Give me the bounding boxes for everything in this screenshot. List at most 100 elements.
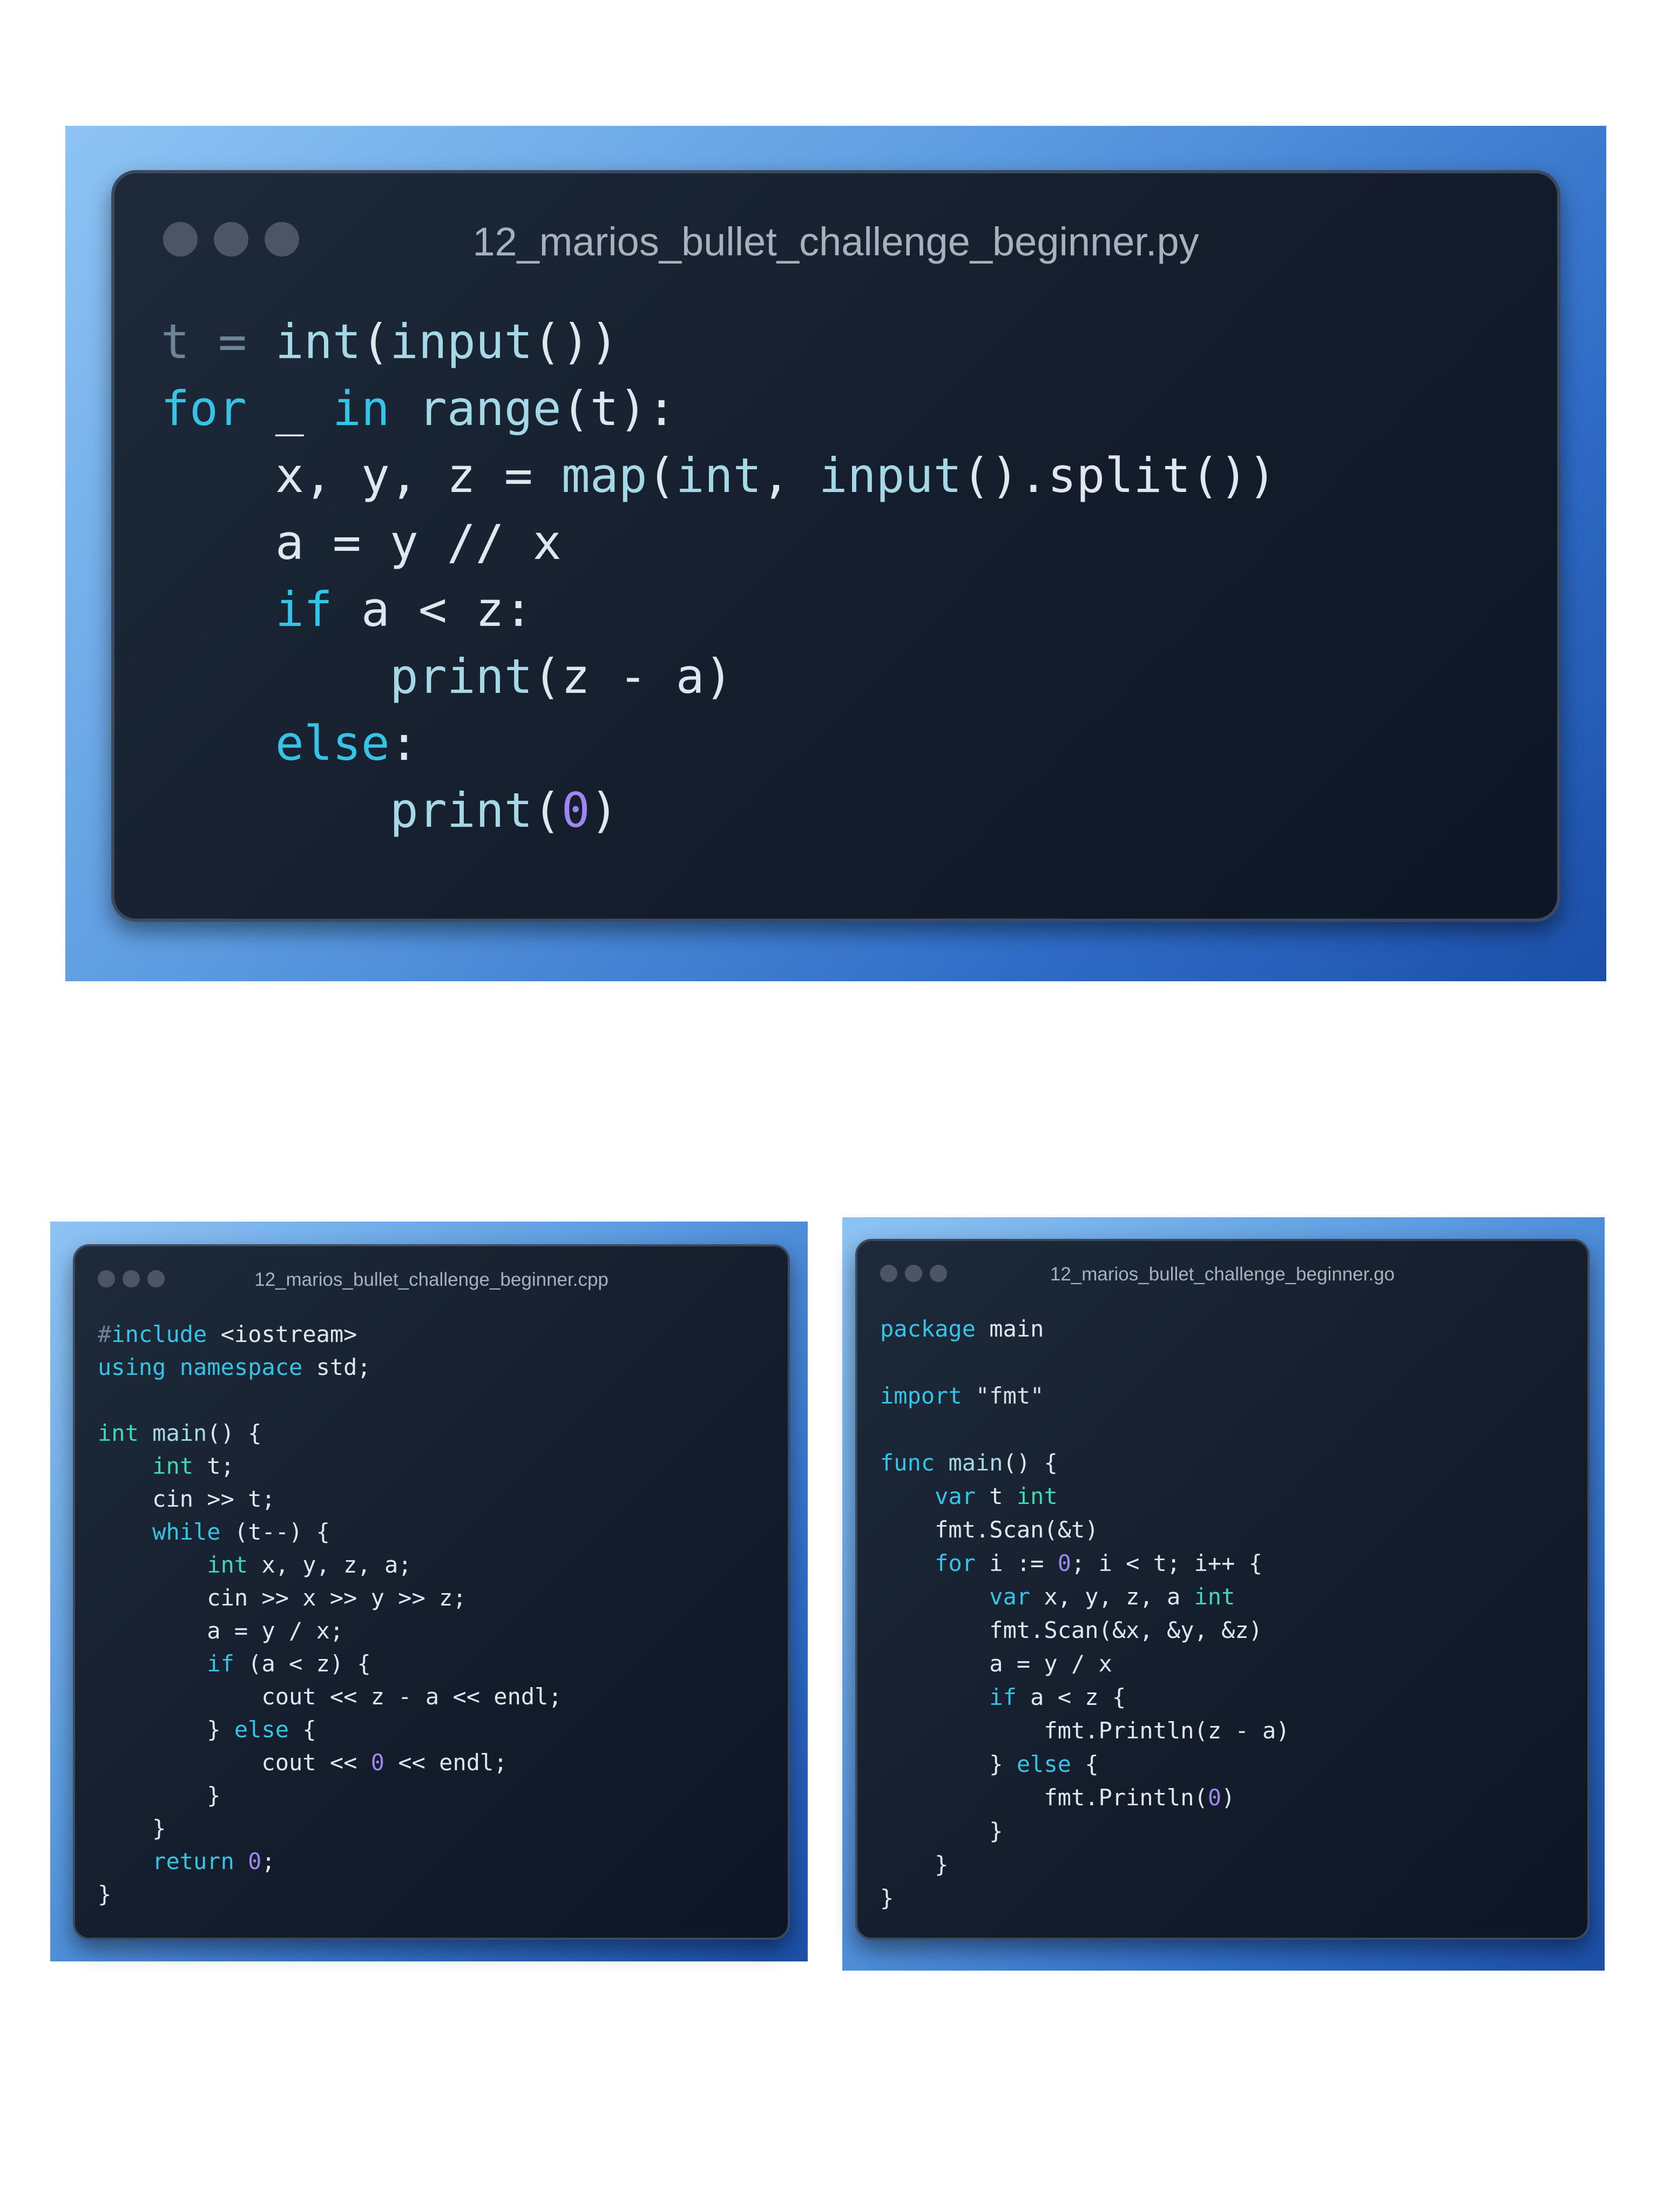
code-block: t = int(input()) for _ in range(t): x, y,… [161,308,1276,844]
code-token: (z - a) [532,649,733,704]
code-token: ().split()) [962,448,1277,503]
code-token: func [880,1449,935,1476]
code-token: using [98,1354,166,1380]
cpp-snippet-frame: 12_marios_bullet_challenge_beginner.cpp … [50,1222,808,1961]
python-code-window: 12_marios_bullet_challenge_beginner.py t… [111,170,1560,922]
code-token: 0 [1057,1550,1072,1576]
code-block: #include <iostream> using namespace std; … [98,1318,562,1911]
code-token: fmt.Scan(&t) [880,1516,1099,1543]
code-line: while (t--) { [98,1515,562,1548]
code-token: (a < z) { [234,1650,371,1677]
code-line: if a < z { [880,1681,1290,1714]
code-line: for _ in range(t): [161,375,1276,442]
code-token: 0 [248,1848,262,1874]
code-line: cout << 0 << endl; [98,1746,562,1779]
code-line: var t int [880,1480,1290,1513]
window-filename: 12_marios_bullet_challenge_beginner.go [1050,1264,1395,1285]
code-token: int [1194,1583,1235,1610]
code-token: if [989,1684,1017,1710]
code-line: a = y / x [880,1647,1290,1681]
code-token: { [1071,1751,1099,1777]
code-token: x, y, z = [161,448,562,503]
code-token: 0 [1207,1784,1222,1811]
code-token: int [152,1453,194,1479]
code-token: print [389,783,533,838]
code-token: import [880,1382,962,1409]
code-token: _ [246,381,333,436]
code-token: # [98,1321,112,1347]
code-line: package main [880,1312,1290,1346]
code-token: in [332,381,390,436]
code-line: fmt.Println(0) [880,1781,1290,1815]
code-token: main [152,1420,207,1446]
code-token: if [275,582,333,637]
code-line: } [98,1878,562,1911]
code-token: } [98,1782,221,1809]
code-token: , [761,448,819,503]
code-token: } [880,1851,949,1878]
code-token: a = y / x [880,1650,1112,1677]
code-token: 0 [370,1749,385,1776]
code-token: a = y / x; [98,1617,344,1644]
code-line: if a < z: [161,576,1276,643]
code-token: input [389,314,533,369]
code-line: cin >> t; [98,1482,562,1515]
code-token: int [98,1420,139,1446]
code-token: std; [302,1354,371,1380]
code-token: cout << z - a << endl; [98,1683,562,1710]
code-line: int main() { [98,1417,562,1449]
code-token: t; [193,1453,234,1479]
code-token: ; [261,1848,275,1874]
code-line: #include <iostream> [98,1318,562,1351]
code-token: ( [647,448,676,503]
code-token: x, y, z, a; [248,1552,412,1578]
go-snippet-frame: 12_marios_bullet_challenge_beginner.go p… [842,1217,1605,1971]
code-line: import "fmt" [880,1379,1290,1413]
code-line: func main() { [880,1446,1290,1480]
code-token: () { [207,1420,262,1446]
python-snippet-frame: 12_marios_bullet_challenge_beginner.py t… [65,126,1606,981]
code-token: else [1016,1751,1072,1777]
code-token: a = y // x [161,515,562,570]
code-token: ) [1221,1784,1235,1811]
code-token: for [161,381,247,436]
code-line: a = y // x [161,509,1276,576]
code-token: main [976,1316,1044,1342]
code-token: main [948,1449,1003,1476]
code-line: } [880,1815,1290,1848]
code-line: return 0; [98,1845,562,1878]
code-token: include [111,1321,207,1347]
code-line: for i := 0; i < t; i++ { [880,1547,1290,1580]
code-line: cout << z - a << endl; [98,1680,562,1713]
code-token: else [275,716,390,771]
code-line: using namespace std; [98,1351,562,1384]
code-token: return [152,1848,234,1874]
code-token: var [935,1483,976,1509]
code-token: while [152,1519,221,1545]
code-token: if [207,1650,234,1677]
code-line: if (a < z) { [98,1647,562,1680]
code-token: ) [590,783,619,838]
code-token: } [880,1751,1017,1777]
code-token: var [989,1583,1031,1610]
cpp-code-window: 12_marios_bullet_challenge_beginner.cpp … [73,1244,790,1940]
code-token: int [675,448,762,503]
code-line: var x, y, z, a int [880,1580,1290,1614]
code-token: } [98,1716,234,1743]
